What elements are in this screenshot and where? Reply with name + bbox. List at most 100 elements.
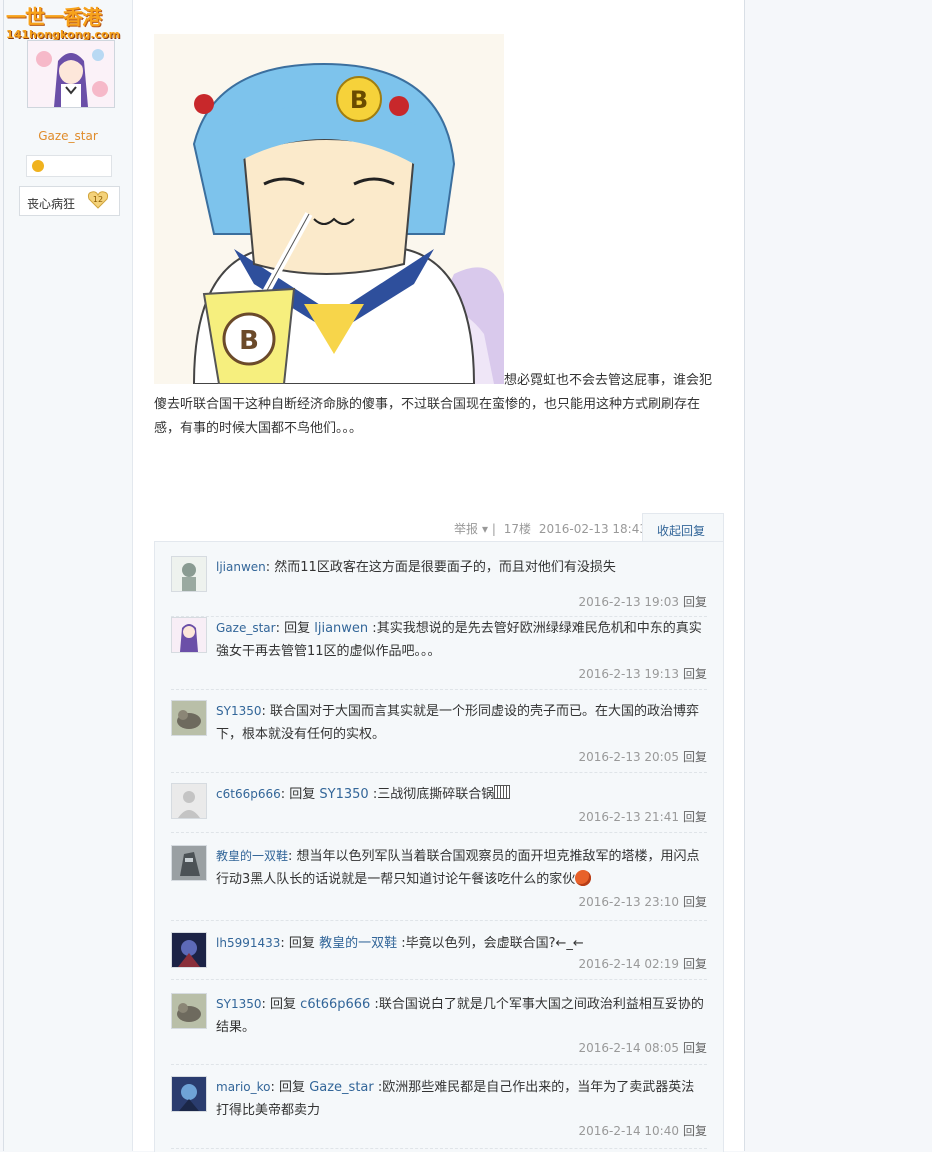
reply-item: Gaze_star: 回复 ljianwen :其实我想说的是先去管好欧洲绿绿难… [171,617,707,690]
colon-sep: : [261,997,271,1012]
reply-time: 2016-2-13 19:13 [578,667,679,681]
reply-item: c6t66p666: 回复 SY1350 :三战彻底撕碎联合锅 2016-2-1… [171,783,707,833]
reply-item: 教皇的一双鞋: 想当年以色列军队当着联合国观察员的面开坦克推敌军的塔楼，用闪点行… [171,845,707,921]
reply-item: SY1350: 回复 c6t66p666 :联合国说白了就是几个军事大国之间政治… [171,993,707,1065]
reply-body: Gaze_star: 回复 ljianwen :其实我想说的是先去管好欧洲绿绿难… [216,621,702,659]
reply-time: 2016-2-14 08:05 [578,1041,679,1055]
author-avatar[interactable] [27,40,115,108]
reply-button[interactable]: 回复 [683,810,707,824]
reply-body: ljianwen: 然而11区政客在这方面是很要面子的，而且对他们有没损失 [216,556,706,579]
reply-time: 2016-2-13 19:03 [578,595,679,609]
reply-user[interactable]: Gaze_star [216,621,276,635]
colon-sep: : [261,704,271,719]
reply-user[interactable]: SY1350 [216,997,262,1011]
reply-user[interactable]: ljianwen [216,560,266,574]
reply-list: ljianwen: 然而11区政客在这方面是很要面子的，而且对他们有没损失 20… [154,541,724,1152]
reply-body: c6t66p666: 回复 SY1350 :三战彻底撕碎联合锅 [216,783,706,806]
online-icon [32,160,44,172]
reply-time: 2016-2-13 21:41 [578,810,679,824]
reply-target-user[interactable]: ljianwen [314,621,368,636]
post-container: 一世一香港 141hongkong.com Gaze_star 丧心病狂 12 … [3,0,745,1152]
reply-item: SY1350: 联合国对于大国而言其实就是一个形同虚设的壳子而已。在大国的政治博… [171,700,707,773]
reply-target-user[interactable]: Gaze_star [309,1080,374,1095]
colon-sep: : [288,849,297,864]
collapse-replies-label[interactable]: 收起回复 [657,522,705,539]
reply-button[interactable]: 回复 [683,595,707,609]
reply-footer: 2016-2-13 20:05 回复 [578,748,707,765]
reply-item: mario_ko: 回复 Gaze_star :欧洲那些难民都是自己作出来的，当… [171,1076,707,1149]
author-sidebar: 一世一香港 141hongkong.com Gaze_star 丧心病狂 12 [4,0,133,1151]
reply-text: 毕竟以色列，会虚联合国?←_← [405,936,584,951]
reply-user[interactable]: 教皇的一双鞋 [216,849,288,863]
reply-item: lh5991433: 回复 教皇的一双鞋 :毕竟以色列，会虚联合国?←_← 20… [171,932,707,980]
reply-body: 教皇的一双鞋: 想当年以色列军队当着联合国观察员的面开坦克推敌军的塔楼，用闪点行… [216,845,706,891]
reply-body: SY1350: 联合国对于大国而言其实就是一个形同虚设的壳子而已。在大国的政治博… [216,700,706,746]
reply-avatar[interactable] [171,617,207,653]
reply-avatar[interactable] [171,932,207,968]
angry-face-emoji-icon [575,870,592,886]
colon-sep: : [265,560,275,575]
reply-label: 回复 [289,787,316,802]
post-body: 想必霓虹也不会去管这屁事，谁会犯傻去听联合国干这种自断经济命脉的傻事，不过联合国… [154,369,718,441]
cup-letter: B [239,326,259,356]
reply-label: 回复 [288,936,315,951]
reply-avatar[interactable] [171,783,207,819]
reply-avatar[interactable] [171,556,207,592]
reply-button[interactable]: 回复 [683,750,707,764]
collapse-replies-tab[interactable]: 收起回复 [642,513,724,542]
reply-target-user[interactable]: c6t66p666 [300,997,370,1012]
reply-item: ljianwen: 然而11区政客在这方面是很要面子的，而且对他们有没损失 20… [171,556,707,617]
rank-level: 12 [93,195,103,204]
post-meta: 举报 ▾ | 17楼 2016-02-13 18:43 [454,520,651,537]
reply-footer: 2016-2-14 02:19 回复 [578,955,707,972]
reply-body: lh5991433: 回复 教皇的一双鞋 :毕竟以色列，会虚联合国?←_← [216,936,584,951]
report-link[interactable]: 举报 [454,522,478,536]
reply-avatar[interactable] [171,993,207,1029]
reply-time: 2016-2-13 20:05 [578,750,679,764]
post-image[interactable]: B B [154,34,504,384]
coin-letter: B [350,86,368,114]
reply-target-user[interactable]: SY1350 [319,787,368,802]
reply-target-user[interactable]: 教皇的一双鞋 [319,936,397,951]
rank-badge[interactable]: 丧心病狂 12 [19,186,120,216]
reply-time: 2016-2-14 10:40 [578,1124,679,1138]
reply-footer: 2016-2-13 23:10 回复 [578,893,707,910]
reply-button[interactable]: 回复 [683,667,707,681]
reply-text: 联合国对于大国而言其实就是一个形同虚设的壳子而已。在大国的政治博弈下，根本就没有… [216,704,700,742]
reply-user[interactable]: SY1350 [216,704,262,718]
colon-sep: : [280,787,290,802]
reply-footer: 2016-2-13 19:03 回复 [578,593,707,610]
colon-sep: : [275,621,285,636]
keyboard-emoji-icon [494,785,511,799]
reply-button[interactable]: 回复 [683,1124,707,1138]
post-datetime: 2016-02-13 18:43 [538,522,647,536]
reply-footer: 2016-2-13 21:41 回复 [578,808,707,825]
colon-sep: : [270,1080,280,1095]
logo-title: 一世一香港 [6,5,102,29]
reply-avatar[interactable] [171,845,207,881]
reply-label: 回复 [270,997,297,1012]
reply-text: 然而11区政客在这方面是很要面子的，而且对他们有没损失 [274,560,616,575]
level-heart-icon: 12 [87,191,109,209]
report-dropdown-icon[interactable]: ▾ | [482,522,496,536]
rank-title: 丧心病狂 [27,197,76,211]
reply-time: 2016-2-14 02:19 [578,957,679,971]
reply-footer: 2016-2-14 08:05 回复 [578,1039,707,1056]
reply-button[interactable]: 回复 [683,957,707,971]
reply-time: 2016-2-13 23:10 [578,895,679,909]
reply-button[interactable]: 回复 [683,895,707,909]
reply-avatar[interactable] [171,1076,207,1112]
colon-sep: : [280,936,289,951]
reply-user[interactable]: c6t66p666 [216,787,281,801]
floor-number: 17楼 [503,522,532,536]
reply-body: SY1350: 回复 c6t66p666 :联合国说白了就是几个军事大国之间政治… [216,997,704,1035]
reply-avatar[interactable] [171,700,207,736]
reply-button[interactable]: 回复 [683,1041,707,1055]
reply-label: 回复 [279,1080,306,1095]
reply-user[interactable]: lh5991433 [216,936,280,950]
author-username[interactable]: Gaze_star [4,129,132,143]
reply-text: 三战彻底撕碎联合锅 [377,787,495,802]
reply-user[interactable]: mario_ko [216,1080,271,1094]
reply-body: mario_ko: 回复 Gaze_star :欧洲那些难民都是自己作出来的，当… [216,1080,695,1118]
reply-footer: 2016-2-14 10:40 回复 [578,1122,707,1139]
